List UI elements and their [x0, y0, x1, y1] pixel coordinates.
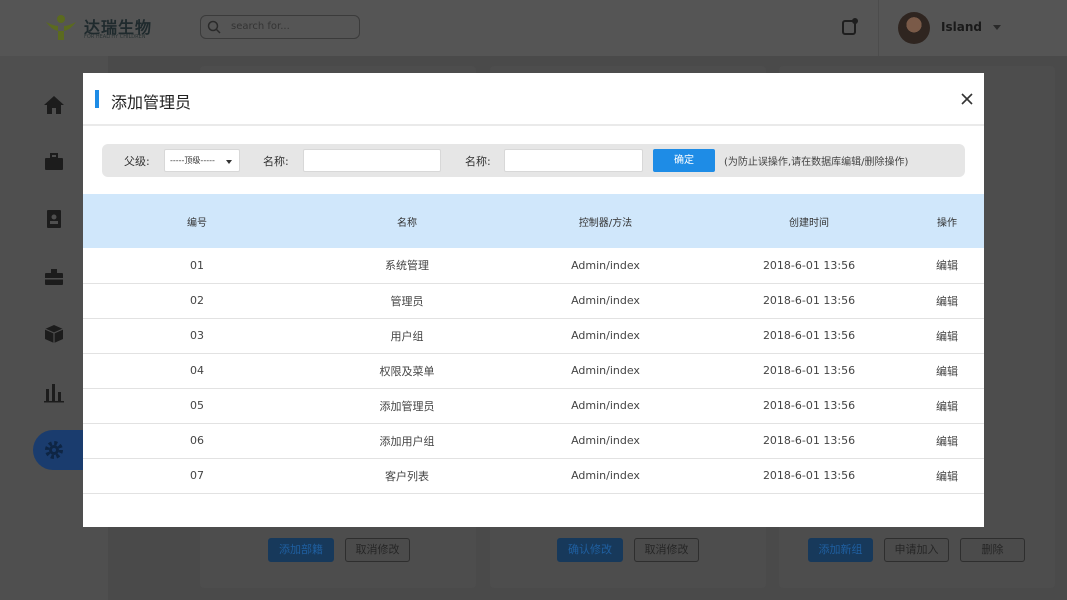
apply-join-button[interactable]: 申请加入: [884, 538, 949, 562]
modal-header: 添加管理员: [83, 73, 984, 126]
logo-figure-icon: [46, 15, 76, 40]
edit-link[interactable]: 编辑: [910, 458, 984, 494]
filter-bar: 父级: -----顶级----- 名称: 名称: 确定 (为防止误操作,请在数据…: [102, 144, 965, 177]
avatar[interactable]: [898, 12, 930, 44]
row-name: 添加用户组: [311, 423, 503, 459]
search-input[interactable]: search for...: [231, 21, 290, 32]
bar-chart-icon[interactable]: [43, 381, 65, 403]
table-row[interactable]: 02 管理员 Admin/index 2018-6-01 13:56 编辑: [83, 283, 984, 319]
notification-dot: [852, 18, 858, 24]
contact-book-icon[interactable]: [43, 208, 65, 230]
briefcase-icon[interactable]: [43, 151, 65, 173]
table-row[interactable]: 06 添加用户组 Admin/index 2018-6-01 13:56 编辑: [83, 423, 984, 459]
row-id: 07: [83, 458, 311, 494]
top-bar: 达瑞生物 FOR HEALTHY CHILDREN search for... …: [0, 0, 1067, 56]
row-created: 2018-6-01 13:56: [708, 458, 910, 494]
row-created: 2018-6-01 13:56: [708, 353, 910, 389]
row-id: 03: [83, 318, 311, 354]
chevron-down-icon[interactable]: [993, 25, 1001, 30]
table-row[interactable]: 07 客户列表 Admin/index 2018-6-01 13:56 编辑: [83, 458, 984, 494]
name-label: 名称:: [263, 155, 289, 168]
row-id: 05: [83, 388, 311, 424]
row-created: 2018-6-01 13:56: [708, 283, 910, 319]
row-id: 06: [83, 423, 311, 459]
row-created: 2018-6-01 13:56: [708, 423, 910, 459]
table-row[interactable]: 01 系统管理 Admin/index 2018-6-01 13:56 编辑: [83, 248, 984, 284]
edit-link[interactable]: 编辑: [910, 353, 984, 389]
row-name: 管理员: [311, 283, 503, 319]
row-controller: Admin/index: [503, 423, 708, 459]
row-controller: Admin/index: [503, 388, 708, 424]
name-input[interactable]: [504, 149, 643, 172]
parent-select[interactable]: -----顶级-----: [164, 149, 240, 172]
table-row[interactable]: 04 权限及菜单 Admin/index 2018-6-01 13:56 编辑: [83, 353, 984, 389]
chevron-down-icon: [226, 160, 232, 164]
row-controller: Admin/index: [503, 318, 708, 354]
row-name: 用户组: [311, 318, 503, 354]
row-controller: Admin/index: [503, 458, 708, 494]
search-box[interactable]: search for...: [200, 15, 360, 39]
column-header: 编号: [83, 194, 311, 248]
edit-link[interactable]: 编辑: [910, 283, 984, 319]
admin-table: 编号 名称 控制器/方法 创建时间 操作 01 系统管理 Admin/index 20…: [83, 194, 984, 494]
table-header-row: 编号 名称 控制器/方法 创建时间 操作: [83, 194, 984, 248]
edit-link[interactable]: 编辑: [910, 318, 984, 354]
edit-link[interactable]: 编辑: [910, 388, 984, 424]
row-created: 2018-6-01 13:56: [708, 248, 910, 284]
cancel-edit-button[interactable]: 取消修改: [634, 538, 699, 562]
row-name: 客户列表: [311, 458, 503, 494]
toolbox-icon[interactable]: [43, 266, 65, 288]
row-name: 权限及菜单: [311, 353, 503, 389]
header-divider: [878, 0, 879, 56]
row-controller: Admin/index: [503, 353, 708, 389]
confirm-edit-button[interactable]: 确认修改: [557, 538, 623, 562]
confirm-button[interactable]: 确定: [653, 149, 715, 172]
row-controller: Admin/index: [503, 283, 708, 319]
title-accent-bar: [95, 90, 99, 108]
notification-icon[interactable]: [842, 18, 858, 35]
delete-button[interactable]: 删除: [960, 538, 1025, 562]
name-label: 名称:: [465, 155, 491, 168]
username[interactable]: Island: [941, 20, 982, 34]
add-admin-modal: 添加管理员 父级: -----顶级----- 名称: 名称: 确定 (为防止误操…: [83, 73, 984, 527]
brand-tagline: FOR HEALTHY CHILDREN: [84, 34, 146, 40]
search-icon: [207, 20, 221, 34]
column-header: 创建时间: [708, 194, 910, 248]
row-id: 02: [83, 283, 311, 319]
column-header: 控制器/方法: [503, 194, 708, 248]
row-id: 01: [83, 248, 311, 284]
edit-link[interactable]: 编辑: [910, 423, 984, 459]
table-row[interactable]: 05 添加管理员 Admin/index 2018-6-01 13:56 编辑: [83, 388, 984, 424]
row-name: 系统管理: [311, 248, 503, 284]
row-created: 2018-6-01 13:56: [708, 318, 910, 354]
filter-note: (为防止误操作,请在数据库编辑/删除操作): [724, 157, 909, 168]
row-id: 04: [83, 353, 311, 389]
add-group-button[interactable]: 添加新组: [808, 538, 873, 562]
cube-icon[interactable]: [43, 323, 65, 345]
cancel-edit-button[interactable]: 取消修改: [345, 538, 410, 562]
name-input[interactable]: [303, 149, 441, 172]
brand-logo[interactable]: 达瑞生物 FOR HEALTHY CHILDREN: [44, 12, 154, 44]
add-button[interactable]: 添加部籍: [268, 538, 334, 562]
table-row[interactable]: 03 用户组 Admin/index 2018-6-01 13:56 编辑: [83, 318, 984, 354]
parent-label: 父级:: [124, 155, 150, 168]
row-created: 2018-6-01 13:56: [708, 388, 910, 424]
modal-title: 添加管理员: [111, 93, 192, 112]
column-header: 名称: [311, 194, 503, 248]
home-icon[interactable]: [43, 94, 65, 116]
column-header: 操作: [910, 194, 984, 248]
row-controller: Admin/index: [503, 248, 708, 284]
row-name: 添加管理员: [311, 388, 503, 424]
gear-icon: [45, 441, 63, 459]
edit-link[interactable]: 编辑: [910, 248, 984, 284]
close-icon[interactable]: [960, 92, 974, 106]
parent-select-value: -----顶级-----: [170, 156, 215, 165]
